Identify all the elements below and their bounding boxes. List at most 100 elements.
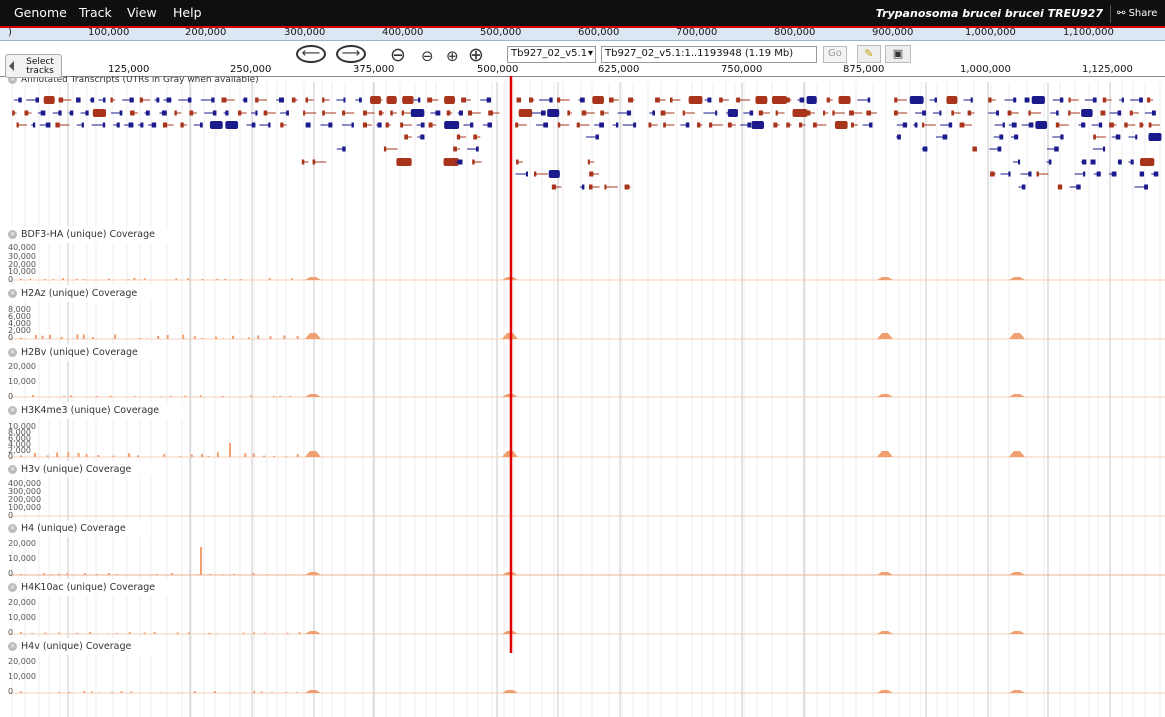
gene-exon xyxy=(988,97,992,103)
zoom-out-large-button[interactable]: ⊖ xyxy=(390,44,406,66)
gene-exon xyxy=(128,122,134,128)
track-label-h4k10ac[interactable]: × H4K10ac (unique) Coverage xyxy=(8,579,181,596)
close-track-icon[interactable]: × xyxy=(8,583,17,592)
gene-exon xyxy=(1121,97,1124,103)
gene-exon xyxy=(548,170,560,178)
ruler-tick: 500,000 xyxy=(477,64,519,75)
gene-exon xyxy=(1056,110,1059,116)
gene-exon xyxy=(786,97,790,103)
coverage-spike xyxy=(229,443,231,457)
coverage-bar xyxy=(77,452,80,457)
close-track-icon[interactable]: × xyxy=(8,465,17,474)
close-track-icon[interactable]: × xyxy=(8,524,17,533)
coverage-bar xyxy=(171,573,174,575)
track-label-h3v[interactable]: × H3v (unique) Coverage xyxy=(8,461,157,478)
gene-exon xyxy=(12,110,15,116)
coverage-peak xyxy=(1009,451,1025,457)
track-label-h3k4me3[interactable]: × H3K4me3 (unique) Coverage xyxy=(8,402,185,419)
coverage-bar xyxy=(31,632,34,634)
ruler-tick: 625,000 xyxy=(598,64,640,75)
coverage-bar xyxy=(283,335,286,339)
track-label-h2bv[interactable]: × H2Bv (unique) Coverage xyxy=(8,344,163,361)
coverage-bar xyxy=(20,337,22,339)
coverage-peak xyxy=(877,631,893,634)
track-layout-button[interactable]: ▣ xyxy=(885,45,911,63)
gene-exon xyxy=(187,97,192,103)
gene-exon xyxy=(166,97,172,103)
location-input[interactable]: Tb927_02_v5.1:1..1193948 (1.19 Mb) xyxy=(601,46,817,63)
track-label-h4v[interactable]: × H4v (unique) Coverage xyxy=(8,638,157,655)
coverage-bar xyxy=(193,336,196,339)
go-button[interactable]: Go xyxy=(823,46,847,63)
gene-exon xyxy=(736,97,741,103)
highlight-button[interactable]: ✎ xyxy=(857,45,881,63)
gene-exon xyxy=(420,134,425,140)
coverage-bar xyxy=(127,279,130,280)
gene-exon xyxy=(1076,184,1081,190)
coverage-peak xyxy=(877,333,893,339)
coverage-bar xyxy=(272,455,275,457)
gene-exon xyxy=(16,122,19,128)
gene-exon xyxy=(1081,109,1093,117)
gene-exon xyxy=(305,122,311,128)
gene-exon xyxy=(1148,133,1162,141)
close-track-icon[interactable]: × xyxy=(8,406,17,415)
zoom-in-large-button[interactable]: ⊕ xyxy=(468,44,484,66)
gene-exon xyxy=(600,110,605,116)
tracks-panel[interactable]: × Annotated Transcripts (UTRs in Gray whe… xyxy=(0,76,1165,717)
zoom-out-small-button[interactable]: ⊖ xyxy=(421,47,434,65)
track-label-h4[interactable]: × H4 (unique) Coverage xyxy=(8,520,151,537)
navigation-bar: ⟵ ⟶ ⊖ ⊖ ⊕ ⊕ Tb927_02_v5.1 ▾ Tb927_02_v5.… xyxy=(0,41,1165,66)
gene-exon xyxy=(688,96,703,104)
gene-exon xyxy=(576,122,580,128)
coverage-bar xyxy=(284,456,287,457)
reference-sequence-select[interactable]: Tb927_02_v5.1 ▾ xyxy=(507,46,596,63)
go-label: Go xyxy=(828,48,842,59)
overview-ruler[interactable]: ) 100,000 200,000 300,000 400,000 500,00… xyxy=(0,27,1165,41)
menu-track[interactable]: Track xyxy=(79,5,112,20)
gene-exon xyxy=(1082,159,1087,165)
gene-exon xyxy=(838,96,851,104)
coverage-bar xyxy=(106,633,109,634)
coverage-bar xyxy=(193,691,196,693)
coverage-bar xyxy=(201,453,204,457)
y-tick: 20,000 xyxy=(8,657,36,666)
coverage-bar xyxy=(109,395,112,397)
pan-right-button[interactable]: ⟶ xyxy=(336,45,366,63)
gene-exon xyxy=(715,110,718,116)
coverage-peak xyxy=(305,690,321,693)
gene-exon xyxy=(902,122,908,128)
gene-exon xyxy=(162,122,168,128)
coverage-bar xyxy=(57,632,60,634)
close-track-icon[interactable]: × xyxy=(8,289,17,298)
coverage-bar xyxy=(176,632,179,634)
gene-exon xyxy=(139,97,143,103)
menu-genome[interactable]: Genome xyxy=(14,5,67,20)
gene-exon xyxy=(32,122,36,128)
coverage-bar xyxy=(221,395,224,397)
coverage-bar xyxy=(221,338,224,339)
coverage-bar xyxy=(83,691,86,693)
coverage-bar xyxy=(29,278,32,280)
track-label-bdf3[interactable]: × BDF3-HA (unique) Coverage xyxy=(8,226,180,243)
coverage-bar xyxy=(209,573,212,575)
zoom-in-small-button[interactable]: ⊕ xyxy=(446,47,459,65)
coverage-bar xyxy=(157,335,160,339)
track-label-h2az[interactable]: × H2Az (unique) Coverage xyxy=(8,285,163,302)
close-track-icon[interactable]: × xyxy=(8,230,17,239)
select-tracks-button[interactable]: Select tracks xyxy=(5,54,62,78)
gene-exon xyxy=(461,97,467,103)
coverage-bar xyxy=(90,691,93,693)
gene-exon xyxy=(476,146,479,152)
menu-help[interactable]: Help xyxy=(173,5,202,20)
menu-view[interactable]: View xyxy=(127,5,157,20)
gene-exon xyxy=(970,97,973,103)
gene-exon xyxy=(174,110,177,116)
gene-exon xyxy=(322,97,325,103)
share-button[interactable]: ⚯ Share xyxy=(1110,5,1165,23)
gene-exon xyxy=(525,171,528,177)
coverage-peak xyxy=(305,394,321,397)
close-track-icon[interactable]: × xyxy=(8,642,17,651)
pan-left-button[interactable]: ⟵ xyxy=(296,45,326,63)
close-track-icon[interactable]: × xyxy=(8,348,17,357)
